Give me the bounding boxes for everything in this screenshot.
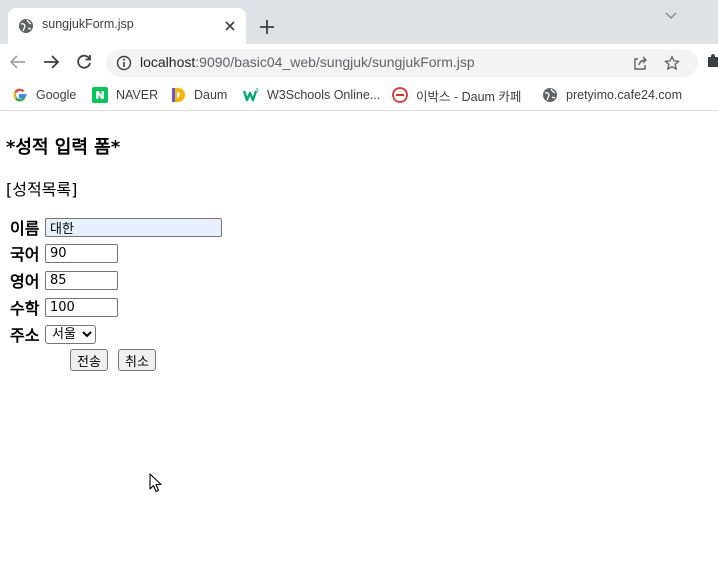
mat-label: 수학 (10, 299, 40, 318)
bookmark-google[interactable]: Google (12, 86, 76, 104)
submit-button[interactable]: 전송 (70, 349, 108, 371)
kor-label: 국어 (10, 245, 40, 264)
plus-icon[interactable] (258, 18, 276, 36)
back-arrow-icon[interactable] (8, 52, 28, 72)
page-content: *성적 입력 폼* [성적목록] 이름 국어 영어 수학 주소 서울 전송 취소 (0, 111, 718, 586)
bookmark-label: NAVER (116, 88, 159, 102)
url-text[interactable]: localhost:9090/basic04_web/sungjuk/sungj… (140, 54, 475, 70)
bookmark-naver[interactable]: NAVER (92, 86, 158, 104)
page-title: *성적 입력 폼* (6, 137, 121, 158)
eng-input[interactable] (45, 270, 118, 290)
mat-input[interactable] (45, 297, 118, 317)
share-icon[interactable] (632, 55, 648, 71)
browser-toolbar: localhost:9090/basic04_web/sungjuk/sungj… (0, 44, 718, 80)
bookmark-pretyimo[interactable]: pretyimo.cafe24.com (542, 86, 682, 104)
name-input[interactable] (45, 217, 222, 237)
eng-label: 영어 (10, 272, 40, 291)
name-label: 이름 (10, 219, 40, 238)
eng-row: 영어 (10, 269, 118, 291)
reload-icon[interactable] (74, 52, 94, 72)
tab-title: sungjukForm.jsp (42, 17, 134, 31)
bookmark-label: Google (36, 88, 77, 102)
google-icon (13, 88, 27, 102)
addr-row: 주소 서울 (10, 323, 96, 345)
info-icon[interactable] (116, 55, 132, 71)
w3schools-icon: 3 (243, 88, 259, 102)
bookmark-w3schools[interactable]: 3 W3Schools Online... (243, 86, 380, 104)
address-bar[interactable]: localhost:9090/basic04_web/sungjuk/sungj… (106, 49, 698, 77)
globe-icon (19, 19, 33, 33)
globe-icon (543, 88, 557, 102)
bookmark-label: Daum (194, 88, 228, 102)
star-icon[interactable] (664, 55, 680, 71)
name-row: 이름 (10, 216, 222, 238)
close-icon[interactable] (222, 18, 238, 34)
puzzle-icon[interactable] (706, 52, 718, 68)
reset-button[interactable]: 취소 (118, 349, 156, 371)
bookmarks-bar: Google NAVER Daum 3 W3Schools Online... … (0, 80, 718, 111)
kor-input[interactable] (45, 243, 118, 263)
daum-cafe-icon (392, 87, 408, 103)
url-path: :9090/basic04_web/sungjuk/sungjukForm.js… (195, 54, 475, 70)
bookmark-daum[interactable]: Daum (170, 86, 227, 104)
forward-arrow-icon[interactable] (41, 52, 61, 72)
tab-sungjukform[interactable]: sungjukForm.jsp (8, 8, 246, 44)
bookmark-label: W3Schools Online... (267, 88, 381, 102)
score-list-link[interactable]: [성적목록] (6, 176, 77, 200)
tab-strip: sungjukForm.jsp (0, 0, 718, 44)
naver-icon (92, 87, 108, 103)
bookmark-label: pretyimo.cafe24.com (566, 88, 683, 102)
cursor-icon (149, 473, 162, 493)
addr-select[interactable]: 서울 (45, 324, 96, 344)
bookmark-label: 이박스 - Daum 카페 (416, 89, 522, 104)
addr-label: 주소 (10, 326, 40, 345)
chevron-down-icon[interactable] (664, 9, 678, 23)
bookmark-daum-cafe[interactable]: 이박스 - Daum 카페 (392, 86, 521, 104)
url-host: localhost (140, 54, 196, 70)
daum-icon (172, 88, 185, 102)
mat-row: 수학 (10, 296, 118, 318)
kor-row: 국어 (10, 242, 118, 264)
svg-text:3: 3 (256, 88, 259, 94)
